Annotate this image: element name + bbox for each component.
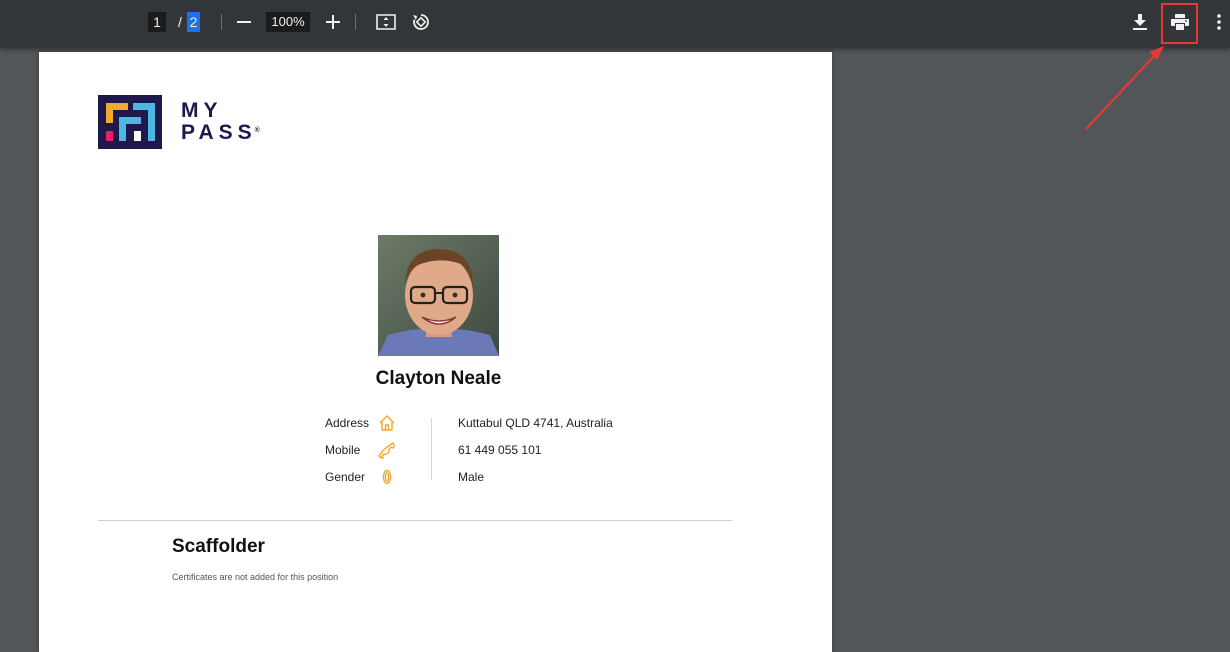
page-number-input[interactable]: 1: [148, 12, 166, 32]
minus-icon: [237, 21, 251, 23]
logo-line-1: MY: [181, 99, 223, 122]
logo-line-2: PASS: [181, 121, 257, 144]
page-separator: /: [178, 14, 182, 30]
phone-icon: [378, 441, 396, 459]
more-options-button[interactable]: [1205, 8, 1230, 36]
page-total: 2: [187, 12, 200, 32]
annotation-arrow-icon: [1085, 46, 1164, 130]
gender-label: Gender: [325, 470, 366, 484]
zoom-in-button[interactable]: [319, 8, 347, 36]
address-value: Kuttabul QLD 4741, Australia: [458, 416, 613, 430]
print-highlight-box: [1161, 3, 1198, 44]
toolbar-divider: [355, 14, 356, 30]
info-divider: [431, 418, 432, 480]
person-name: Clayton Neale: [375, 368, 502, 389]
logo-text: MY PASS®: [181, 100, 262, 144]
profile-photo: [378, 235, 499, 356]
zoom-out-button[interactable]: [230, 8, 258, 36]
position-title: Scaffolder: [172, 536, 265, 557]
pdf-toolbar: 1 / 2 100%: [0, 0, 1230, 48]
pdf-page: MY PASS® Clayton Neale Address Kuttabul …: [39, 52, 832, 652]
mobile-value: 61 449 055 101: [458, 443, 542, 457]
rotate-icon: [413, 14, 429, 30]
zoom-input[interactable]: 100%: [266, 12, 310, 32]
toolbar-divider: [221, 14, 222, 30]
section-divider: [98, 520, 732, 521]
download-button[interactable]: [1126, 8, 1154, 36]
mobile-label: Mobile: [325, 443, 361, 457]
logo-registered-mark: ®: [254, 127, 260, 134]
home-icon: [378, 414, 396, 432]
fit-page-icon: [376, 14, 396, 30]
mypass-logo-icon: [98, 95, 162, 149]
rotate-button[interactable]: [407, 8, 435, 36]
address-label: Address: [325, 416, 370, 430]
download-icon: [1133, 14, 1147, 30]
plus-icon: [326, 15, 340, 29]
position-note: Certificates are not added for this posi…: [172, 572, 339, 582]
gender-icon: [378, 468, 396, 486]
fit-page-button[interactable]: [372, 8, 400, 36]
gender-value: Male: [458, 470, 485, 484]
more-vert-icon: [1217, 14, 1221, 30]
